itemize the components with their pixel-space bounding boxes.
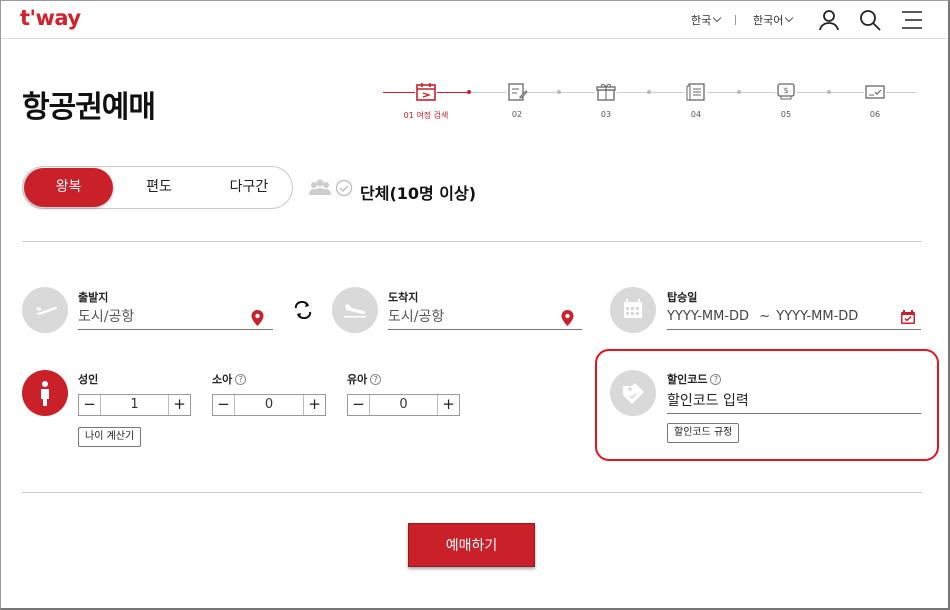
step-dot xyxy=(737,90,741,94)
child-label-group: 소아? xyxy=(212,371,247,387)
date-label: 탑승일 xyxy=(667,291,698,304)
calendar-check-icon[interactable] xyxy=(900,309,916,325)
step-2: 02 xyxy=(487,82,547,119)
adult-label: 성인 xyxy=(78,373,99,386)
step-3-label: 03 xyxy=(600,110,612,119)
chevron-down-icon xyxy=(713,13,722,23)
group-booking-label[interactable]: 단체(10명 이상) xyxy=(360,180,476,204)
arrival-icon-circle xyxy=(332,287,378,333)
user-icon[interactable] xyxy=(817,8,841,32)
group-people-icon[interactable] xyxy=(308,178,356,198)
child-label: 소아 xyxy=(212,373,233,386)
landing-icon xyxy=(344,304,366,318)
chevron-down-icon xyxy=(785,13,794,23)
payment-icon: $ xyxy=(775,82,797,102)
ticket-check-icon xyxy=(864,82,886,102)
step-5: $ 05 xyxy=(756,82,816,119)
calendar-plane-icon xyxy=(415,82,437,102)
step-6-label: 06 xyxy=(869,110,881,119)
date-from[interactable]: YYYY-MM-DD xyxy=(667,309,749,324)
arrival-input[interactable]: 도시/공항 xyxy=(388,306,582,330)
step-6: 06 xyxy=(845,82,905,119)
help-icon[interactable]: ? xyxy=(235,374,247,385)
infant-count[interactable]: 0 xyxy=(369,395,438,415)
step-dot xyxy=(827,90,831,94)
date-to[interactable]: YYYY-MM-DD xyxy=(776,309,858,324)
child-minus-button[interactable]: − xyxy=(213,395,234,415)
section-divider xyxy=(22,492,922,493)
section-divider xyxy=(22,241,922,242)
language-selector[interactable]: 한국어 xyxy=(753,12,794,28)
location-pin-icon xyxy=(561,310,574,326)
departure-label: 출발지 xyxy=(78,291,109,304)
infant-stepper: − 0 + xyxy=(347,394,460,416)
step-4: 04 xyxy=(666,82,726,119)
svg-text:$: $ xyxy=(783,86,788,95)
step-2-label: 02 xyxy=(511,110,523,119)
date-icon-circle xyxy=(610,287,656,333)
document-edit-icon xyxy=(506,82,528,102)
trip-option-multicity[interactable]: 다구간 xyxy=(205,167,293,208)
date-range-input[interactable]: YYYY-MM-DD ~ YYYY-MM-DD xyxy=(667,306,921,330)
child-stepper: − 0 + xyxy=(212,394,326,416)
date-separator: ~ xyxy=(759,309,771,324)
promo-highlight-box xyxy=(595,349,939,461)
step-dot xyxy=(467,90,471,94)
adult-minus-button[interactable]: − xyxy=(79,395,100,415)
infant-label: 유아 xyxy=(347,373,368,386)
child-count[interactable]: 0 xyxy=(234,395,304,415)
passenger-icon-circle xyxy=(22,370,68,416)
step-4-label: 04 xyxy=(690,110,702,119)
adult-count[interactable]: 1 xyxy=(100,395,169,415)
page-title: 항공권예매 xyxy=(22,90,156,125)
step-3: 03 xyxy=(576,82,636,119)
infant-label-group: 유아? xyxy=(347,371,382,387)
trip-option-roundtrip[interactable]: 왕복 xyxy=(24,168,113,207)
departure-icon-circle xyxy=(22,287,68,333)
site-header: t'way 한국 한국어 xyxy=(1,1,947,39)
age-calculator-button[interactable]: 나이 계산기 xyxy=(78,427,142,447)
header-separator xyxy=(735,15,736,25)
step-dot xyxy=(647,90,651,94)
menu-icon[interactable] xyxy=(900,8,924,32)
infant-minus-button[interactable]: − xyxy=(348,395,369,415)
departure-input[interactable]: 도시/공항 xyxy=(78,306,273,330)
adult-plus-button[interactable]: + xyxy=(169,395,190,415)
step-1-label: 01 여정 검색 xyxy=(403,111,449,120)
language-label: 한국어 xyxy=(753,14,784,27)
checklist-icon xyxy=(685,82,707,102)
tway-logo[interactable]: t'way xyxy=(20,6,81,30)
trip-option-oneway[interactable]: 편도 xyxy=(115,167,203,208)
step-dot xyxy=(557,90,561,94)
person-icon xyxy=(41,381,49,406)
takeoff-icon xyxy=(35,306,58,315)
step-1: 01 여정 검색 xyxy=(396,82,456,121)
calendar-icon xyxy=(624,299,642,318)
step-5-label: 05 xyxy=(780,110,792,119)
arrival-label: 도착지 xyxy=(388,291,419,304)
region-label: 한국 xyxy=(691,14,712,27)
trip-type-toggle: 왕복 편도 다구간 xyxy=(22,166,293,209)
adult-stepper: − 1 + xyxy=(78,394,191,416)
infant-plus-button[interactable]: + xyxy=(438,395,459,415)
region-selector[interactable]: 한국 xyxy=(691,12,722,28)
location-pin-icon xyxy=(251,310,264,326)
gift-icon xyxy=(595,82,617,102)
child-plus-button[interactable]: + xyxy=(304,395,325,415)
search-icon[interactable] xyxy=(858,8,882,32)
help-icon[interactable]: ? xyxy=(370,374,382,385)
book-button[interactable]: 예매하기 xyxy=(408,523,535,567)
swap-icon[interactable] xyxy=(293,301,313,319)
